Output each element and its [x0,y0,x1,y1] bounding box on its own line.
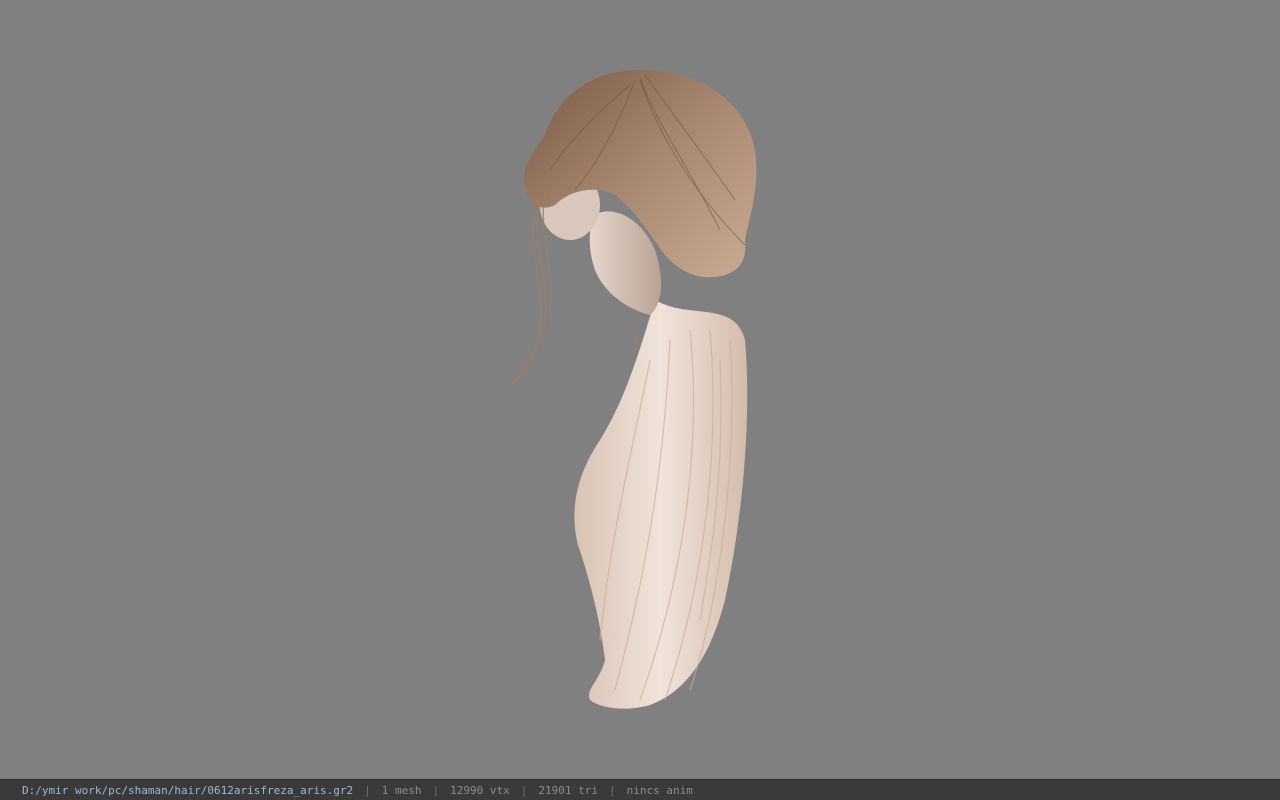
mesh-count-label: 1 mesh [381,783,422,797]
vertex-count-label: 12990 vtx [450,783,510,797]
animation-status-label: nincs anim [626,783,693,797]
file-path-label: D:/ymir work/pc/shaman/hair/0612arisfrez… [22,783,354,797]
status-bar: D:/ymir work/pc/shaman/hair/0612arisfrez… [0,779,1280,800]
separator: | [608,783,616,797]
separator: | [364,783,371,797]
hair-tail [574,300,748,709]
hair-model-render [509,69,757,709]
triangle-count-label: 21901 tri [538,783,598,797]
separator: | [520,783,528,797]
model-viewer-window: D:/ymir work/pc/shaman/hair/0612arisfrez… [0,0,1280,800]
3d-viewport[interactable] [0,0,1280,779]
separator: | [432,783,440,797]
